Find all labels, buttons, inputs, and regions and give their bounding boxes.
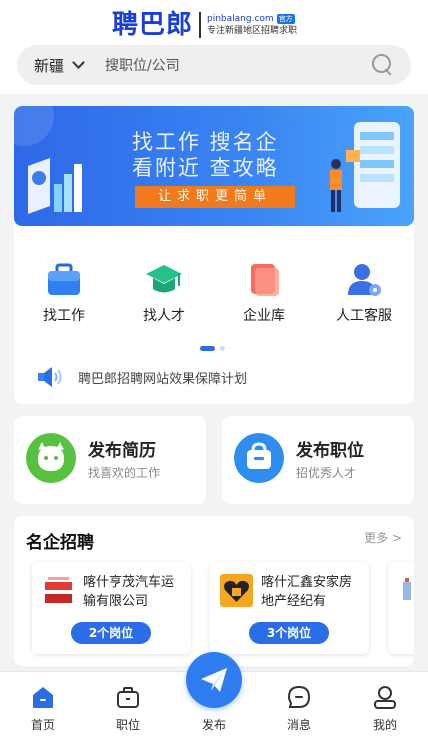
search-input[interactable]: 搜职位/公司 (105, 55, 371, 75)
publish-job-subtitle: 招优秀人才 (296, 466, 357, 480)
tab-label: 首页 (30, 718, 55, 732)
phone-person-illustration-icon (330, 122, 400, 212)
company-folder-icon (251, 264, 279, 296)
message-icon (287, 685, 311, 708)
top-bar: 聘巴郎 pinbalang.com 官方 专注新疆地区招聘求职 新疆 搜职位/公… (0, 0, 428, 94)
tab-label-publish: 发布 (201, 718, 226, 732)
quick-nav-customer-service[interactable]: 人工客服 (314, 256, 414, 336)
logo-slogan: 专注新疆地区招聘求职 (207, 25, 298, 36)
logo-text: 聘巴郎 (112, 10, 194, 40)
more-link[interactable]: 更多 > (364, 529, 402, 546)
company-logo-icon (400, 574, 414, 607)
company-card-partial[interactable] (388, 562, 414, 654)
bag-icon (234, 433, 284, 483)
quick-nav-label: 人工客服 (336, 308, 392, 324)
tab-label: 我的 (372, 718, 397, 732)
company-positions-badge[interactable]: 2个岗位 (71, 622, 151, 644)
notice-text: 聘巴郎招聘网站效果保障计划 (78, 371, 248, 387)
tab-label: 消息 (286, 718, 311, 732)
search-icon[interactable] (371, 53, 395, 77)
smile-face-icon (26, 433, 76, 483)
bar-chart-illustration-icon (28, 158, 82, 214)
section-title: 名企招聘 (26, 533, 94, 553)
company-logo-icon (42, 574, 75, 607)
publish-resume-card[interactable]: 发布简历 找喜欢的工作 (14, 416, 206, 504)
quick-nav-label: 找人才 (143, 308, 185, 324)
carousel-indicator (200, 346, 225, 351)
notice-bar[interactable]: 聘巴郎招聘网站效果保障计划 (36, 366, 247, 388)
logo-divider (199, 12, 202, 38)
publish-job-card[interactable]: 发布职位 招优秀人才 (222, 416, 414, 504)
company-card[interactable]: 喀什汇鑫安家房地产经纪有 3个岗位 (210, 562, 369, 654)
publish-resume-subtitle: 找喜欢的工作 (88, 466, 161, 480)
tab-mine[interactable]: 我的 (350, 672, 420, 733)
user-icon (374, 686, 396, 709)
quick-nav-find-job[interactable]: 找工作 (14, 256, 114, 336)
publish-job-title: 发布职位 (296, 441, 364, 461)
briefcase-icon (48, 263, 80, 295)
banner-decoration (14, 106, 54, 146)
carousel-dot-active[interactable] (200, 346, 215, 351)
home-icon (33, 687, 53, 708)
banner-headline-2: 看附近 查攻略 (132, 156, 279, 180)
quick-nav-find-talent[interactable]: 找人才 (114, 256, 214, 336)
logo-domain-text: pinbalang.com (207, 13, 274, 24)
quick-nav-company-library[interactable]: 企业库 (214, 256, 314, 336)
quick-nav-label: 企业库 (243, 308, 285, 324)
carousel-dot[interactable] (220, 346, 225, 351)
famous-companies-section: 名企招聘 更多 > 喀什亨茂汽车运输有限公司 2个岗位 喀什汇鑫安家房地产经纪有… (14, 516, 414, 666)
app-logo[interactable]: 聘巴郎 pinbalang.com 官方 专注新疆地区招聘求职 (112, 8, 297, 42)
customer-service-icon (348, 264, 381, 296)
official-badge: 官方 (276, 13, 295, 24)
publish-button[interactable] (186, 652, 242, 708)
company-name: 喀什汇鑫安家房地产经纪有 (261, 575, 353, 609)
company-positions-badge[interactable]: 3个岗位 (249, 622, 329, 644)
chevron-down-icon[interactable] (72, 56, 85, 69)
city-selector[interactable]: 新疆 (34, 55, 64, 76)
publish-resume-title: 发布简历 (88, 441, 156, 461)
quick-nav-label: 找工作 (43, 308, 85, 324)
graduation-cap-icon (146, 265, 182, 293)
logo-side: pinbalang.com 官方 专注新疆地区招聘求职 (207, 13, 297, 38)
tab-label: 职位 (115, 718, 140, 732)
tab-jobs[interactable]: 职位 (93, 672, 163, 733)
tab-home[interactable]: 首页 (8, 672, 78, 733)
tab-messages[interactable]: 消息 (264, 672, 334, 733)
main-card: 找工作 搜名企 看附近 查攻略 让求职更简单 找工作 找人才 企业库 人工客服 … (14, 106, 414, 404)
briefcase-icon (117, 687, 139, 708)
paper-plane-icon (201, 668, 227, 692)
banner-cta[interactable]: 让求职更简单 (135, 186, 295, 208)
company-name: 喀什亨茂汽车运输有限公司 (83, 575, 175, 609)
logo-domain: pinbalang.com 官方 (207, 13, 297, 25)
promo-banner[interactable]: 找工作 搜名企 看附近 查攻略 让求职更简单 (14, 106, 414, 226)
company-logo-icon (220, 574, 253, 607)
search-bar[interactable]: 新疆 搜职位/公司 (17, 45, 411, 85)
speaker-icon (38, 367, 62, 387)
company-card[interactable]: 喀什亨茂汽车运输有限公司 2个岗位 (32, 562, 191, 654)
quick-nav: 找工作 找人才 企业库 人工客服 (14, 256, 414, 336)
